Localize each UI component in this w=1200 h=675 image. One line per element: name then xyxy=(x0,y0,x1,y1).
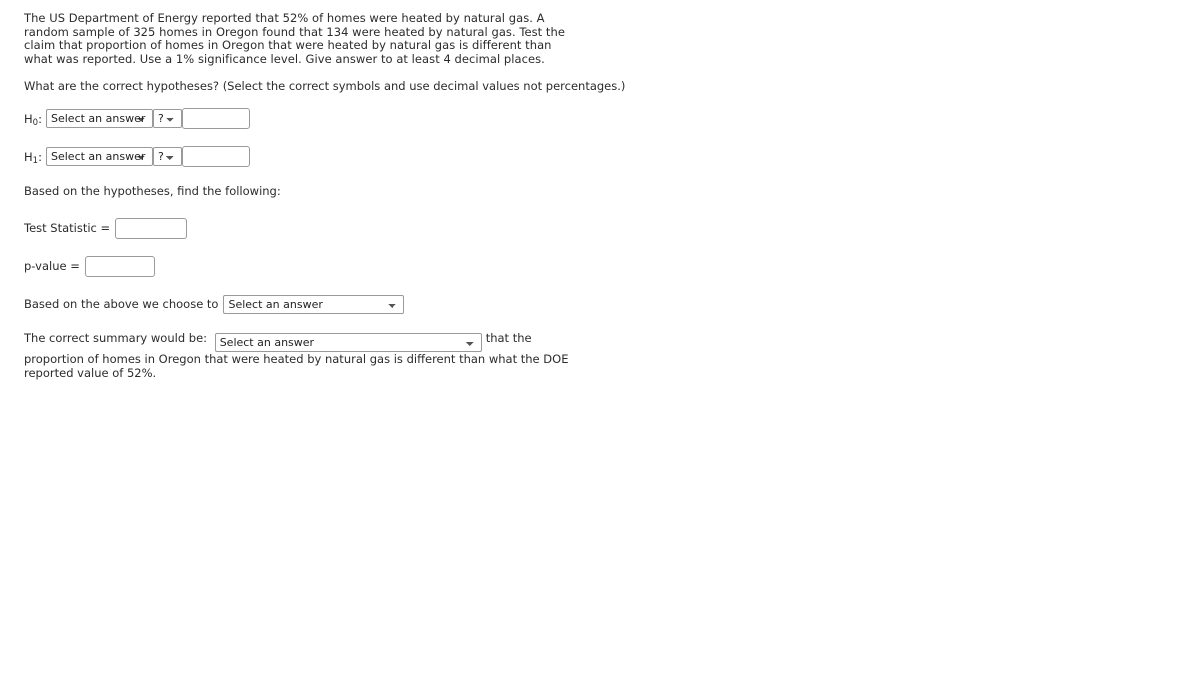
null-hypothesis-subscript: 0 xyxy=(32,117,39,128)
test-statistic-label: Test Statistic = xyxy=(24,221,111,236)
hypotheses-question: What are the correct hypotheses? (Select… xyxy=(24,79,626,94)
null-hypothesis-value-input[interactable] xyxy=(182,108,250,130)
problem-statement: The US Department of Energy reported tha… xyxy=(24,11,565,66)
alternative-hypothesis-row: H1: Select an answer ? xyxy=(24,146,1174,168)
p-value-label: p-value = xyxy=(24,259,80,274)
alternative-hypothesis-value-input[interactable] xyxy=(182,146,250,168)
p-value-row: p-value = xyxy=(24,255,1174,277)
findings-intro: Based on the hypotheses, find the follow… xyxy=(24,183,281,198)
alternative-hypothesis-parameter-select[interactable]: Select an answer xyxy=(46,147,153,167)
summary-block: The correct summary would be: Select an … xyxy=(24,331,584,380)
null-hypothesis-label: H0: xyxy=(24,111,42,128)
decision-row: Based on the above we choose to Select a… xyxy=(24,294,1174,314)
test-statistic-input[interactable] xyxy=(115,217,188,239)
null-hypothesis-operator-select[interactable]: ? xyxy=(153,109,182,129)
summary-select[interactable]: Select an answer xyxy=(214,332,482,352)
worksheet-container: The US Department of Energy reported tha… xyxy=(24,11,1174,380)
alternative-hypothesis-label: H1: xyxy=(24,149,42,166)
decision-select[interactable]: Select an answer xyxy=(223,294,405,314)
summary-label: The correct summary would be: xyxy=(24,330,208,345)
alternative-hypothesis-operator-select[interactable]: ? xyxy=(153,147,182,167)
alternative-hypothesis-subscript: 1 xyxy=(32,155,39,166)
test-statistic-row: Test Statistic = xyxy=(24,217,1174,239)
p-value-input[interactable] xyxy=(84,255,155,277)
null-hypothesis-parameter-select[interactable]: Select an answer xyxy=(46,109,153,129)
null-hypothesis-row: H0: Select an answer ? xyxy=(24,108,1174,130)
decision-label: Based on the above we choose to xyxy=(24,297,219,312)
